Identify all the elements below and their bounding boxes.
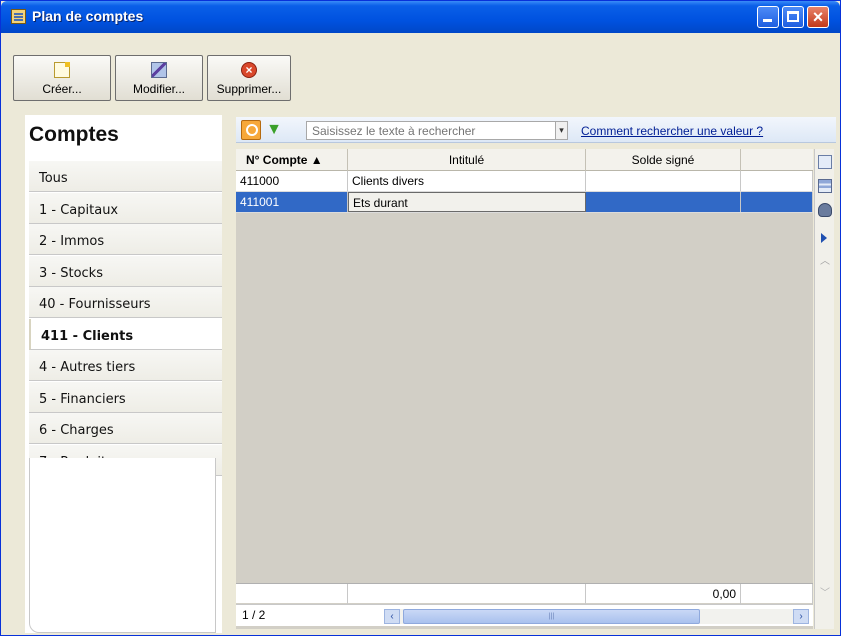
edit-icon: [151, 62, 167, 78]
close-button[interactable]: ×: [807, 6, 829, 28]
maximize-icon: [787, 11, 799, 22]
search-help-link[interactable]: Comment rechercher une valeur ?: [581, 124, 763, 138]
totals-row: 0,00: [236, 583, 813, 604]
scroll-thumb[interactable]: |||: [403, 609, 700, 624]
cell-balance: [586, 171, 741, 191]
search-icon[interactable]: [241, 120, 261, 140]
search-bar: ▼ ▾ Comment rechercher une valeur ?: [236, 117, 836, 143]
column-settings-icon[interactable]: [818, 155, 832, 169]
close-icon: ×: [812, 7, 824, 27]
table-row[interactable]: 411000 Clients divers: [236, 171, 813, 192]
category-item[interactable]: 411 - Clients: [29, 318, 222, 350]
category-item[interactable]: 1 - Capitaux: [29, 192, 222, 224]
cell-account-number: 411001: [236, 192, 348, 212]
modify-button-label: Modifier...: [132, 82, 186, 96]
title-bar[interactable]: Plan de comptes ×: [1, 1, 840, 33]
panel-title: Comptes: [29, 123, 119, 146]
grid-status-bar: 1 / 2 ‹ ||| ›: [236, 604, 813, 626]
filter-icon[interactable]: ▼: [265, 121, 283, 139]
total-balance: 0,00: [586, 584, 741, 604]
create-button-label: Créer...: [42, 82, 82, 96]
category-item[interactable]: Tous: [29, 161, 222, 192]
cell-label: Clients divers: [348, 171, 586, 191]
scroll-left-icon[interactable]: ‹: [384, 609, 400, 624]
modify-button[interactable]: Modifier...: [115, 55, 203, 101]
grid-side-toolbar: ︿ ﹀: [814, 149, 834, 629]
scroll-down-icon[interactable]: ﹀: [818, 587, 832, 601]
delete-icon: ×: [241, 62, 257, 78]
total-cell-empty: [348, 584, 586, 604]
scroll-right-icon[interactable]: ›: [793, 609, 809, 624]
maximize-button[interactable]: [782, 6, 804, 28]
total-cell-empty: [741, 584, 813, 604]
create-button[interactable]: Créer...: [13, 55, 111, 101]
category-panel: Comptes Tous 1 - Capitaux 2 - Immos 3 - Sto…: [25, 115, 222, 633]
horizontal-scrollbar[interactable]: ‹ ||| ›: [384, 609, 809, 624]
page-indicator: 1 / 2: [242, 608, 266, 622]
grid-header: N° Compte ▲ Intitulé Solde signé: [236, 149, 813, 171]
table-row-selected[interactable]: 411001 Ets durant: [236, 192, 813, 213]
application-window: Plan de comptes × Créer... Modifier... ×…: [0, 0, 841, 636]
total-cell-empty: [236, 584, 348, 604]
cell-balance: [586, 192, 741, 212]
app-icon: [11, 9, 26, 24]
cell-empty: [741, 192, 813, 212]
category-item[interactable]: 40 - Fournisseurs: [29, 287, 222, 318]
cell-empty: [741, 171, 813, 191]
category-item[interactable]: 3 - Stocks: [29, 255, 222, 287]
column-header-label[interactable]: Intitulé: [348, 149, 586, 171]
new-document-icon: [54, 62, 70, 78]
category-item[interactable]: 6 - Charges: [29, 413, 222, 444]
list-view-icon[interactable]: [818, 179, 832, 193]
scroll-up-icon[interactable]: ︿: [818, 255, 832, 269]
column-header-balance[interactable]: Solde signé: [586, 149, 741, 171]
category-item[interactable]: 4 - Autres tiers: [29, 350, 222, 381]
category-item[interactable]: 5 - Financiers: [29, 381, 222, 413]
print-icon[interactable]: [818, 203, 832, 217]
category-list-tail: [29, 458, 216, 633]
window-title: Plan de comptes: [32, 8, 144, 24]
cell-account-number: 411000: [236, 171, 348, 191]
delete-button[interactable]: × Supprimer...: [207, 55, 291, 101]
column-header-empty: [741, 149, 813, 171]
minimize-button[interactable]: [757, 6, 779, 28]
search-input[interactable]: [306, 121, 556, 140]
delete-button-label: Supprimer...: [216, 82, 282, 96]
category-item[interactable]: 2 - Immos: [29, 224, 222, 255]
column-header-account-number[interactable]: N° Compte ▲: [236, 149, 348, 171]
minimize-icon: [763, 19, 772, 22]
chevron-down-icon[interactable]: ▾: [555, 121, 568, 140]
play-arrow-icon[interactable]: [821, 233, 827, 243]
accounts-grid: N° Compte ▲ Intitulé Solde signé 411000 …: [236, 149, 813, 629]
cell-label[interactable]: Ets durant: [348, 192, 586, 212]
